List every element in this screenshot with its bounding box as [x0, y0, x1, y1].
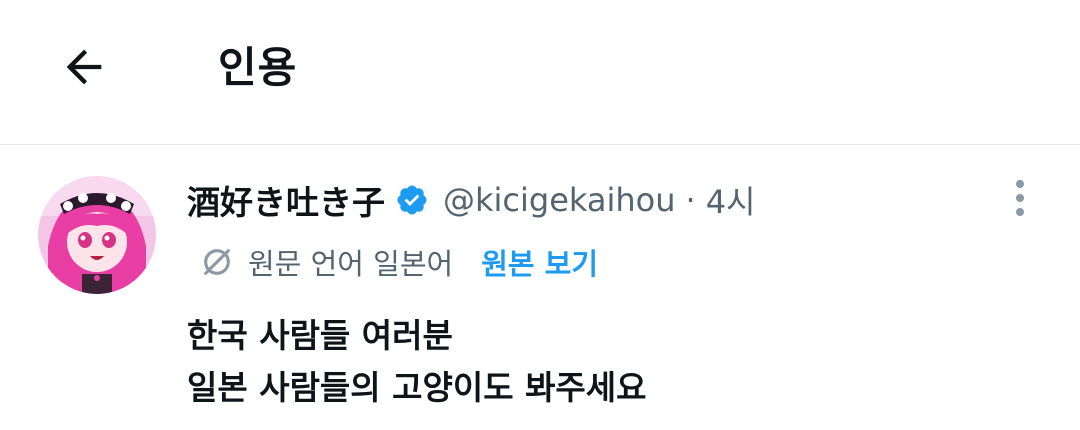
translate-icon: [200, 245, 234, 279]
arrow-left-icon: [58, 41, 110, 97]
user-handle[interactable]: @kicigekaihou: [443, 181, 676, 219]
tweet-text-line: 한국 사람들 여러분: [187, 316, 453, 355]
page-title: 인용: [218, 43, 298, 92]
tweet[interactable]: 酒好き吐き子 @kicigekaihou · 4시 원문 언어 일본어 원본 보…: [0, 146, 1080, 430]
tweet-text: 한국 사람들 여러분 일본 사람들의 고양이도 봐주세요: [187, 310, 647, 414]
more-vertical-icon: [1013, 178, 1027, 222]
translation-row: 원문 언어 일본어 원본 보기: [200, 242, 598, 282]
more-options-button[interactable]: [1000, 178, 1040, 222]
avatar[interactable]: [38, 176, 156, 294]
tweet-author-row: 酒好き吐き子 @kicigekaihou · 4시: [187, 176, 756, 224]
top-bar: 인용: [0, 0, 1080, 145]
separator-dot: ·: [685, 181, 696, 219]
display-name[interactable]: 酒好き吐き子: [187, 176, 385, 224]
show-original-link[interactable]: 원본 보기: [481, 241, 598, 283]
back-button[interactable]: [50, 35, 118, 103]
translation-label: 원문 언어 일본어: [248, 247, 454, 281]
verified-badge-icon: [395, 183, 429, 217]
tweet-time[interactable]: 4시: [706, 177, 756, 223]
tweet-text-line: 일본 사람들의 고양이도 봐주세요: [187, 368, 647, 407]
